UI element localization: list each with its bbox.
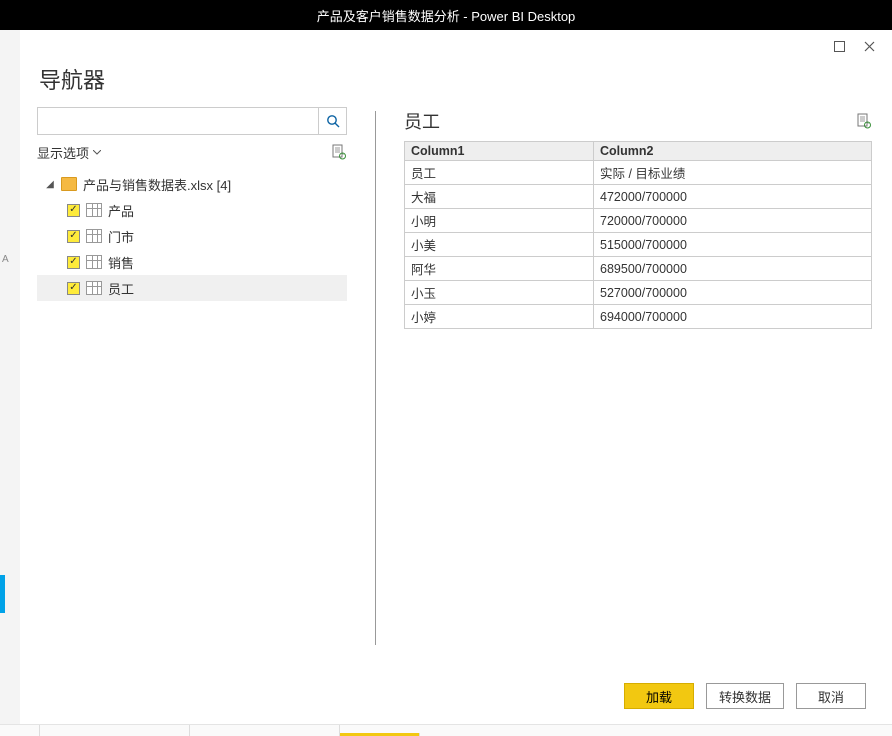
cancel-button[interactable]: 取消 bbox=[796, 683, 866, 709]
table-cell: 员工 bbox=[405, 161, 594, 185]
search-icon[interactable] bbox=[318, 108, 346, 134]
tree-table-node[interactable]: ✓ 产品 bbox=[37, 197, 347, 223]
display-options-label: 显示选项 bbox=[37, 143, 89, 162]
table-cell: 472000/700000 bbox=[594, 185, 872, 209]
table-icon bbox=[86, 255, 102, 269]
table-row: 小婷694000/700000 bbox=[405, 305, 872, 329]
collapse-icon[interactable]: ◢ bbox=[45, 179, 55, 190]
tree-item-label: 员工 bbox=[108, 279, 134, 298]
table-cell: 小美 bbox=[405, 233, 594, 257]
tree-item-label: 产品 bbox=[108, 201, 134, 220]
navigator-tree: ◢ 产品与销售数据表.xlsx [4] ✓ 产品 ✓ 门市 ✓ bbox=[37, 169, 347, 669]
tree-table-node[interactable]: ✓ 门市 bbox=[37, 223, 347, 249]
checkbox-checked[interactable]: ✓ bbox=[67, 230, 80, 243]
table-cell: 阿华 bbox=[405, 257, 594, 281]
table-cell: 515000/700000 bbox=[594, 233, 872, 257]
table-row: 小明720000/700000 bbox=[405, 209, 872, 233]
tree-table-node-selected[interactable]: ✓ 员工 bbox=[37, 275, 347, 301]
table-row: 小美515000/700000 bbox=[405, 233, 872, 257]
table-cell: 实际 / 目标业绩 bbox=[594, 161, 872, 185]
table-cell: 小婷 bbox=[405, 305, 594, 329]
dialog-window-controls bbox=[21, 35, 888, 57]
table-icon bbox=[86, 203, 102, 217]
table-row: 小玉527000/700000 bbox=[405, 281, 872, 305]
checkbox-checked[interactable]: ✓ bbox=[67, 256, 80, 269]
table-cell: 大福 bbox=[405, 185, 594, 209]
navigator-left-panel: 显示选项 ◢ 产品与销售数据表.xlsx [4] ✓ 产品 bbox=[37, 107, 347, 669]
close-icon[interactable] bbox=[862, 39, 876, 53]
table-icon bbox=[86, 229, 102, 243]
table-cell: 小明 bbox=[405, 209, 594, 233]
preview-panel: 员工 Column1 Column2 员工实际 / 目标业绩大福472000/7… bbox=[404, 107, 872, 669]
table-cell: 694000/700000 bbox=[594, 305, 872, 329]
table-icon bbox=[86, 281, 102, 295]
app-title-bar: 产品及客户销售数据分析 - Power BI Desktop bbox=[0, 0, 892, 30]
tree-item-label: 门市 bbox=[108, 227, 134, 246]
preview-title: 员工 bbox=[404, 108, 440, 134]
preview-refresh-icon[interactable] bbox=[856, 113, 872, 129]
checkbox-checked[interactable]: ✓ bbox=[67, 282, 80, 295]
table-row: 大福472000/700000 bbox=[405, 185, 872, 209]
table-cell: 720000/700000 bbox=[594, 209, 872, 233]
display-options-dropdown[interactable]: 显示选项 bbox=[37, 143, 101, 162]
search-box[interactable] bbox=[37, 107, 347, 135]
display-options-row: 显示选项 bbox=[37, 135, 347, 169]
tree-file-node[interactable]: ◢ 产品与销售数据表.xlsx [4] bbox=[37, 171, 347, 197]
preview-col-header[interactable]: Column1 bbox=[405, 142, 594, 161]
app-title: 产品及客户销售数据分析 - Power BI Desktop bbox=[317, 6, 576, 25]
table-row: 员工实际 / 目标业绩 bbox=[405, 161, 872, 185]
refresh-icon[interactable] bbox=[331, 144, 347, 160]
tree-item-label: 销售 bbox=[108, 253, 134, 272]
maximize-icon[interactable] bbox=[832, 39, 846, 53]
table-cell: 527000/700000 bbox=[594, 281, 872, 305]
file-label: 产品与销售数据表.xlsx [4] bbox=[83, 175, 231, 194]
navigator-dialog: 导航器 显示选项 ◢ bbox=[20, 30, 889, 724]
transform-data-button[interactable]: 转换数据 bbox=[706, 683, 784, 709]
folder-icon bbox=[61, 177, 77, 191]
checkbox-checked[interactable]: ✓ bbox=[67, 204, 80, 217]
preview-table: Column1 Column2 员工实际 / 目标业绩大福472000/7000… bbox=[404, 141, 872, 329]
bottom-bar bbox=[0, 724, 892, 736]
table-cell: 小玉 bbox=[405, 281, 594, 305]
vertical-divider bbox=[375, 111, 376, 645]
dialog-title: 导航器 bbox=[21, 57, 888, 107]
tree-table-node[interactable]: ✓ 销售 bbox=[37, 249, 347, 275]
chevron-down-icon bbox=[93, 150, 101, 155]
table-row: 阿华689500/700000 bbox=[405, 257, 872, 281]
table-cell: 689500/700000 bbox=[594, 257, 872, 281]
search-input[interactable] bbox=[38, 108, 318, 134]
load-button[interactable]: 加载 bbox=[624, 683, 694, 709]
preview-col-header[interactable]: Column2 bbox=[594, 142, 872, 161]
dialog-footer: 加载 转换数据 取消 bbox=[21, 669, 888, 723]
background-strip: A bbox=[0, 30, 20, 736]
